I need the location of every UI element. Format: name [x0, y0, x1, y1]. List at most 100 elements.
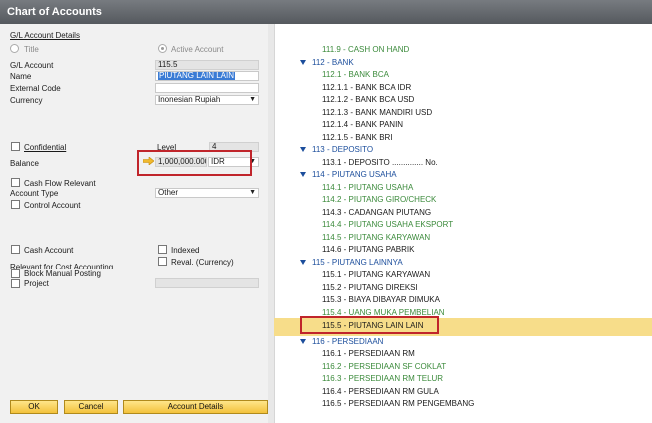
tree-row-label: 114.1 - PIUTANG USAHA: [322, 182, 414, 192]
active-account-radio-label: Active Account: [171, 45, 224, 54]
tree-group-row[interactable]: 114 - PIUTANG USAHA: [300, 170, 397, 179]
tree-row-label: 112.1.2 - BANK BCA USD: [322, 95, 415, 104]
block-manual-posting-label: Block Manual Posting: [24, 269, 101, 278]
tree-account-row[interactable]: 112.1.1 - BANK BCA IDR: [322, 83, 411, 92]
tree-account-row[interactable]: 116.4 - PERSEDIAAN RM GULA: [322, 387, 439, 396]
tree-row-label: 112.1.5 - BANK BRI: [322, 132, 393, 142]
tree-row-label: 114.4 - PIUTANG USAHA EKSPORT: [322, 220, 454, 229]
tree-row-label: 116.5 - PERSEDIAAN RM PENGEMBANG: [322, 399, 475, 408]
expand-triangle-icon[interactable]: [300, 338, 306, 344]
gl-account-field[interactable]: 115.5: [155, 60, 259, 70]
tree-account-row[interactable]: 116.3 - PERSEDIAAN RM TELUR: [322, 374, 443, 383]
tree-row-label: 115.2 - PIUTANG DIREKSI: [322, 282, 418, 292]
project-label: Project: [24, 279, 49, 288]
indexed-label: Indexed: [171, 246, 200, 255]
tree-group-row[interactable]: 113 - DEPOSITO: [300, 145, 373, 154]
account-type-select[interactable]: Other ▼: [155, 188, 259, 198]
name-field[interactable]: PIUTANG LAIN LAIN: [155, 71, 259, 81]
expand-triangle-icon[interactable]: [300, 59, 306, 65]
block-manual-posting-checkbox[interactable]: [11, 269, 20, 278]
tree-account-row[interactable]: 114.5 - PIUTANG KARYAWAN: [322, 233, 430, 242]
tree-account-row[interactable]: 114.4 - PIUTANG USAHA EKSPORT: [322, 220, 453, 229]
tree-account-row[interactable]: 114.2 - PIUTANG GIRO/CHECK: [322, 195, 436, 204]
tree-row-label: 114.3 - CADANGAN PIUTANG: [322, 207, 432, 217]
tree-row-label: 111.9 - CASH ON HAND: [322, 45, 410, 54]
gl-account-details-link[interactable]: G/L Account Details: [10, 31, 80, 40]
control-account-checkbox[interactable]: [11, 200, 20, 209]
tree-account-row[interactable]: 114.6 - PIUTANG PABRIK: [322, 245, 414, 254]
tree-account-row[interactable]: 112.1.4 - BANK PANIN: [322, 120, 403, 129]
expand-triangle-icon[interactable]: [300, 172, 306, 177]
project-checkbox[interactable]: [11, 279, 20, 288]
tree-account-row[interactable]: 116.1 - PERSEDIAAN RM: [322, 349, 415, 358]
tree-row-label: 114 - PIUTANG USAHA: [312, 170, 397, 179]
tree-row-label: 116 - PERSEDIAAN: [312, 336, 384, 346]
tree-row-label: 112.1.3 - BANK MANDIRI USD: [322, 107, 433, 117]
tree-account-row[interactable]: 112.1.2 - BANK BCA USD: [322, 95, 414, 104]
tree-row-label: 113.1 - DEPOSITO .............. No.: [322, 157, 438, 167]
account-type-value: Other: [158, 188, 179, 197]
reval-currency-checkbox[interactable]: [158, 257, 167, 266]
cash-flow-checkbox[interactable]: [11, 178, 20, 187]
currency-select[interactable]: Inonesian Rupiah ▼: [155, 95, 259, 105]
tree-account-row[interactable]: 115.2 - PIUTANG DIREKSI: [322, 283, 418, 292]
ok-button[interactable]: OK: [10, 400, 58, 414]
project-field[interactable]: [155, 278, 259, 288]
external-code-field[interactable]: [155, 83, 259, 93]
control-account-label: Control Account: [24, 201, 81, 210]
active-account-radio[interactable]: [158, 44, 167, 53]
tree-row-label: 112.1 - BANK BCA: [322, 70, 389, 79]
tree-row-label: 112 - BANK: [312, 57, 354, 67]
tree-account-row[interactable]: 113.1 - DEPOSITO .............. No.: [322, 158, 438, 167]
account-details-button[interactable]: Account Details: [123, 400, 268, 414]
selected-account-highlight-box: [300, 316, 439, 334]
chevron-down-icon: ▼: [249, 189, 256, 196]
chevron-down-icon: ▼: [249, 96, 256, 103]
window-title: Chart of Accounts: [0, 0, 652, 24]
tree-row-label: 116.3 - PERSEDIAAN RM TELUR: [322, 374, 444, 383]
confidential-checkbox[interactable]: [11, 142, 20, 151]
expand-triangle-icon[interactable]: [300, 147, 306, 152]
balance-label: Balance: [10, 159, 39, 168]
expand-triangle-icon[interactable]: [300, 259, 306, 265]
title-radio-label: Title: [24, 45, 39, 54]
tree-group-row[interactable]: 116 - PERSEDIAAN: [300, 337, 383, 346]
tree-row-label: 115.3 - BIAYA DIBAYAR DIMUKA: [322, 295, 440, 304]
currency-label: Currency: [10, 96, 43, 105]
cash-flow-label: Cash Flow Relevant: [24, 179, 96, 188]
tree-account-row[interactable]: 115.3 - BIAYA DIBAYAR DIMUKA: [322, 295, 440, 304]
tree-group-row[interactable]: 115 - PIUTANG LAINNYA: [300, 258, 403, 267]
tree-row-label: 112.1.4 - BANK PANIN: [322, 120, 404, 129]
tree-row-label: 112.1.1 - BANK BCA IDR: [322, 82, 412, 92]
tree-account-row[interactable]: 114.3 - CADANGAN PIUTANG: [322, 208, 431, 217]
tree-account-row[interactable]: 116.5 - PERSEDIAAN RM PENGEMBANG: [322, 399, 474, 408]
tree-account-row[interactable]: 114.1 - PIUTANG USAHA: [322, 183, 413, 192]
tree-row-label: 114.6 - PIUTANG PABRIK: [322, 245, 415, 254]
tree-account-row[interactable]: 112.1.5 - BANK BRI: [322, 133, 393, 142]
tree-account-row[interactable]: 115.1 - PIUTANG KARYAWAN: [322, 270, 430, 279]
cancel-button[interactable]: Cancel: [64, 400, 118, 414]
tree-row-label: 114.2 - PIUTANG GIRO/CHECK: [322, 195, 437, 204]
name-label: Name: [10, 72, 32, 81]
currency-value: Inonesian Rupiah: [158, 95, 221, 104]
tree-row-label: 116.1 - PERSEDIAAN RM: [322, 349, 415, 358]
indexed-checkbox[interactable]: [158, 245, 167, 254]
external-code-label: External Code: [10, 84, 61, 93]
cash-account-label: Cash Account: [24, 246, 74, 255]
tree-account-row[interactable]: 112.1.3 - BANK MANDIRI USD: [322, 108, 432, 117]
tree-row-label: 115 - PIUTANG LAINNYA: [312, 257, 403, 267]
account-type-label: Account Type: [10, 189, 59, 198]
tree-group-row[interactable]: 112 - BANK: [300, 58, 354, 67]
tree-account-row[interactable]: 112.1 - BANK BCA: [322, 70, 389, 79]
tree-row-label: 113 - DEPOSITO: [312, 145, 374, 154]
balance-highlight-box: [137, 150, 252, 176]
title-radio[interactable]: [10, 44, 19, 53]
tree-row-label: 116.2 - PERSEDIAAN SF COKLAT: [322, 361, 447, 371]
tree-row-label: 116.4 - PERSEDIAAN RM GULA: [322, 386, 439, 396]
tree-row-label: 115.1 - PIUTANG KARYAWAN: [322, 270, 431, 279]
reval-currency-label: Reval. (Currency): [171, 258, 234, 267]
tree-row-label: 114.5 - PIUTANG KARYAWAN: [322, 232, 431, 242]
tree-account-row[interactable]: 116.2 - PERSEDIAAN SF COKLAT: [322, 362, 446, 371]
cash-account-checkbox[interactable]: [11, 245, 20, 254]
tree-account-row[interactable]: 111.9 - CASH ON HAND: [322, 45, 409, 54]
